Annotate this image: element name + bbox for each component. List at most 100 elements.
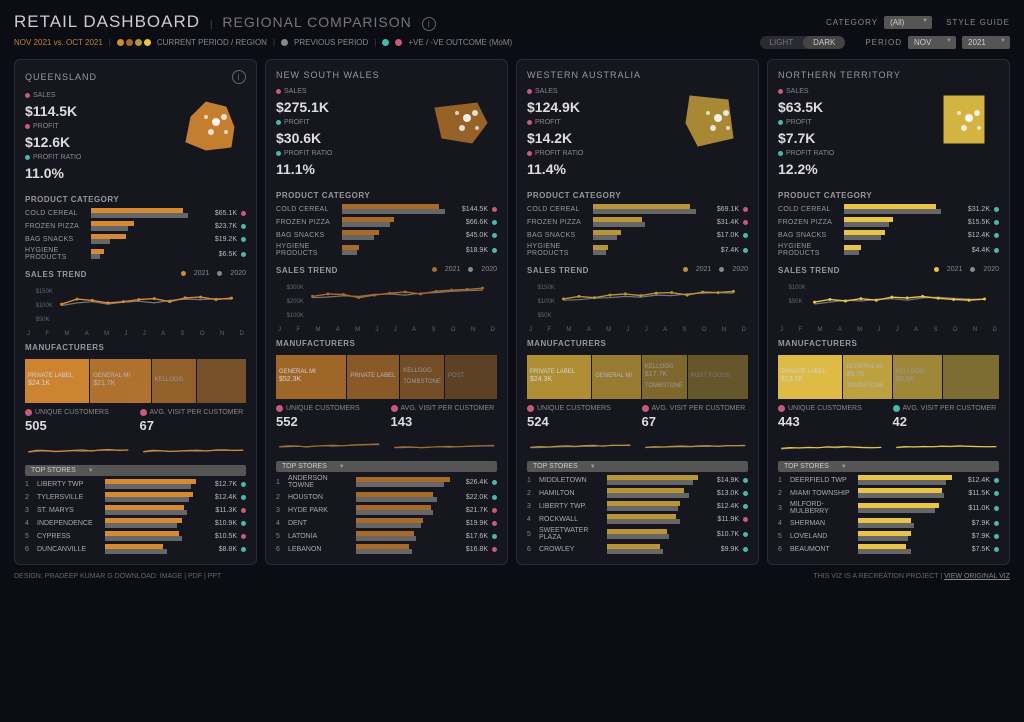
store-row: 3ST. MARYS $11.3K	[25, 505, 246, 515]
region-card: WESTERN AUSTRALIA SALES $124.9K PROFIT $…	[516, 59, 759, 565]
visit-spark	[642, 431, 749, 455]
store-row: 4DENT $19.9K	[276, 518, 497, 528]
product-category-heading: PRODUCT CATEGORY	[527, 191, 748, 200]
svg-text:$150K: $150K	[36, 289, 53, 295]
footer-right: THIS VIZ IS A RECREATION PROJECT | VIEW …	[813, 573, 1010, 580]
region-name: NORTHERN TERRITORY	[778, 70, 901, 80]
category-row: FROZEN PIZZA $15.5K	[778, 217, 999, 227]
svg-text:$100K: $100K	[538, 299, 555, 305]
store-row: 3MILFORD-MULBERRY $11.0K	[778, 501, 999, 515]
sales-value: $114.5K	[25, 103, 168, 119]
svg-text:$50K: $50K	[789, 299, 803, 305]
month-select[interactable]: NOV	[908, 36, 956, 49]
svg-text:$100K: $100K	[36, 303, 53, 309]
store-row: 5SWEETWATER PLAZA $10.7K	[527, 527, 748, 541]
treemap: GENERAL MI$52.3K PRIVATE LABEL KELLOGGTO…	[276, 355, 497, 399]
legend-current: CURRENT PERIOD / REGION	[157, 38, 267, 47]
ratio-value: 11.0%	[25, 165, 168, 181]
legend-outcome: +VE / -VE OUTCOME (MoM)	[408, 38, 512, 47]
svg-text:$50K: $50K	[538, 313, 552, 319]
customers-spark	[25, 435, 132, 459]
avg-visit-value: 143	[391, 414, 498, 429]
manufacturers-heading: MANUFACTURERS	[527, 339, 748, 348]
customers-spark	[276, 431, 383, 455]
category-row: FROZEN PIZZA $66.6K	[276, 217, 497, 227]
top-stores-select[interactable]: TOP STORES	[778, 461, 999, 472]
store-row: 5LATONIA $17.6K	[276, 531, 497, 541]
page-title: RETAIL DASHBOARD	[14, 12, 200, 32]
svg-text:$200K: $200K	[287, 299, 304, 305]
category-select[interactable]: (All)	[884, 16, 932, 29]
svg-text:$100K: $100K	[789, 285, 806, 291]
customers-spark	[778, 431, 885, 455]
region-card: NORTHERN TERRITORY SALES $63.5K PROFIT $…	[767, 59, 1010, 565]
theme-toggle[interactable]: LIGHT DARK	[760, 36, 846, 49]
sales-value: $275.1K	[276, 99, 419, 115]
store-row: 2TYLERSVILLE $12.4K	[25, 492, 246, 502]
top-stores-select[interactable]: TOP STORES	[527, 461, 748, 472]
region-map	[176, 92, 246, 152]
region-name: NEW SOUTH WALES	[276, 70, 380, 80]
footer: DESIGN: PRADEEP KUMAR G DOWNLOAD: IMAGE …	[14, 573, 1010, 580]
product-category-heading: PRODUCT CATEGORY	[778, 191, 999, 200]
category-row: FROZEN PIZZA $31.4K	[527, 217, 748, 227]
store-row: 2HOUSTON $22.0K	[276, 492, 497, 502]
svg-text:$300K: $300K	[287, 285, 304, 291]
unique-customers-value: 552	[276, 414, 383, 429]
category-row: BAG SNACKS $17.0K	[527, 230, 748, 240]
customers-spark	[527, 431, 634, 455]
theme-light[interactable]: LIGHT	[760, 36, 804, 49]
profit-value: $7.7K	[778, 130, 921, 146]
avg-visit-value: 42	[893, 414, 1000, 429]
manufacturers-heading: MANUFACTURERS	[778, 339, 999, 348]
store-row: 6BEAUMONT $7.5K	[778, 544, 999, 554]
product-category-heading: PRODUCT CATEGORY	[276, 191, 497, 200]
product-category-heading: PRODUCT CATEGORY	[25, 195, 246, 204]
sales-value: $124.9K	[527, 99, 670, 115]
store-row: 4SHERMAN $7.9K	[778, 518, 999, 528]
view-original-link[interactable]: VIEW ORIGINAL VIZ	[944, 573, 1010, 580]
visit-spark	[893, 431, 1000, 455]
ratio-value: 11.4%	[527, 161, 670, 177]
category-row: BAG SNACKS $45.0K	[276, 230, 497, 240]
svg-text:$50K: $50K	[36, 317, 50, 323]
period-range: NOV 2021 vs. OCT 2021	[14, 38, 103, 47]
sales-value: $63.5K	[778, 99, 921, 115]
store-row: 5LOVELAND $7.9K	[778, 531, 999, 541]
info-icon[interactable]: i	[422, 17, 436, 31]
year-select[interactable]: 2021	[962, 36, 1010, 49]
store-row: 3LIBERTY TWP. $12.4K	[527, 501, 748, 511]
region-card: QUEENSLANDi SALES $114.5K PROFIT $12.6K …	[14, 59, 257, 565]
category-row: FROZEN PIZZA $23.7K	[25, 221, 246, 231]
manufacturers-heading: MANUFACTURERS	[276, 339, 497, 348]
unique-customers-value: 443	[778, 414, 885, 429]
legend-previous: PREVIOUS PERIOD	[294, 38, 368, 47]
period-label: PERIOD	[865, 38, 902, 47]
region-name: WESTERN AUSTRALIA	[527, 70, 641, 80]
category-row: COLD CEREAL $69.1K	[527, 204, 748, 214]
store-row: 4ROCKWALL $11.9K	[527, 514, 748, 524]
category-row: BAG SNACKS $12.4K	[778, 230, 999, 240]
store-row: 6CROWLEY $9.9K	[527, 544, 748, 554]
store-row: 6LEBANON $16.8K	[276, 544, 497, 554]
store-row: 2MIAMI TOWNSHIP $11.5K	[778, 488, 999, 498]
sub-header: NOV 2021 vs. OCT 2021 | CURRENT PERIOD /…	[14, 36, 1010, 49]
category-row: HYGIENE PRODUCTS $6.5K	[25, 247, 246, 261]
sales-trend-heading: SALES TREND	[778, 266, 840, 275]
region-grid: QUEENSLANDi SALES $114.5K PROFIT $12.6K …	[14, 59, 1010, 565]
treemap: PRIVATE LABEL$13.5K GENERAL MI$9.7KTOMBS…	[778, 355, 999, 399]
visit-spark	[140, 435, 247, 459]
store-row: 2HAMILTON $13.0K	[527, 488, 748, 498]
top-stores-select[interactable]: TOP STORES	[276, 461, 497, 472]
header: RETAIL DASHBOARD | REGIONAL COMPARISON i…	[14, 12, 1010, 32]
store-row: 3HYDE PARK $21.7K	[276, 505, 497, 515]
region-card: NEW SOUTH WALES SALES $275.1K PROFIT $30…	[265, 59, 508, 565]
visit-spark	[391, 431, 498, 455]
avg-visit-value: 67	[642, 414, 749, 429]
top-stores-select[interactable]: TOP STORES	[25, 465, 246, 476]
theme-dark[interactable]: DARK	[803, 36, 845, 49]
sales-trend-heading: SALES TREND	[276, 266, 338, 275]
info-icon[interactable]: i	[232, 70, 246, 84]
store-row: 1ANDERSON TOWNE $26.4K	[276, 475, 497, 489]
unique-customers-value: 505	[25, 418, 132, 433]
